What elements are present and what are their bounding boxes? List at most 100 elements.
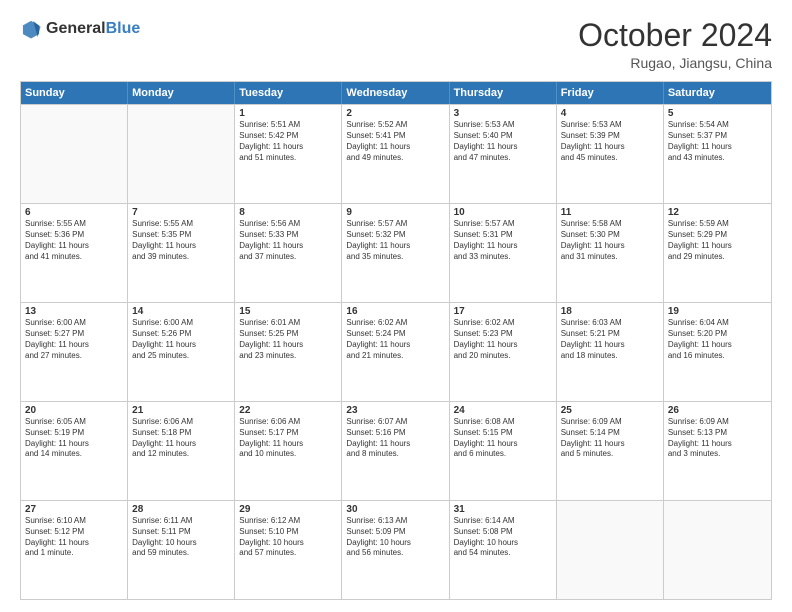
- calendar-cell: 22Sunrise: 6:06 AMSunset: 5:17 PMDayligh…: [235, 402, 342, 500]
- day-number: 27: [25, 504, 123, 515]
- cell-content: Sunrise: 5:57 AMSunset: 5:31 PMDaylight:…: [454, 219, 552, 262]
- calendar-cell: 20Sunrise: 6:05 AMSunset: 5:19 PMDayligh…: [21, 402, 128, 500]
- logo: General Blue: [20, 18, 140, 40]
- day-number: 28: [132, 504, 230, 515]
- cell-content: Sunrise: 6:06 AMSunset: 5:17 PMDaylight:…: [239, 417, 337, 460]
- calendar-header-tuesday: Tuesday: [235, 82, 342, 104]
- day-number: 20: [25, 405, 123, 416]
- calendar-cell: 16Sunrise: 6:02 AMSunset: 5:24 PMDayligh…: [342, 303, 449, 401]
- calendar-cell: 30Sunrise: 6:13 AMSunset: 5:09 PMDayligh…: [342, 501, 449, 599]
- calendar-cell: [21, 105, 128, 203]
- day-number: 22: [239, 405, 337, 416]
- calendar-cell: 11Sunrise: 5:58 AMSunset: 5:30 PMDayligh…: [557, 204, 664, 302]
- calendar-cell: 15Sunrise: 6:01 AMSunset: 5:25 PMDayligh…: [235, 303, 342, 401]
- calendar-header-thursday: Thursday: [450, 82, 557, 104]
- calendar-body: 1Sunrise: 5:51 AMSunset: 5:42 PMDaylight…: [21, 104, 771, 599]
- calendar-cell: 1Sunrise: 5:51 AMSunset: 5:42 PMDaylight…: [235, 105, 342, 203]
- calendar-row-4: 27Sunrise: 6:10 AMSunset: 5:12 PMDayligh…: [21, 500, 771, 599]
- calendar-cell: 27Sunrise: 6:10 AMSunset: 5:12 PMDayligh…: [21, 501, 128, 599]
- calendar-row-2: 13Sunrise: 6:00 AMSunset: 5:27 PMDayligh…: [21, 302, 771, 401]
- cell-content: Sunrise: 6:04 AMSunset: 5:20 PMDaylight:…: [668, 318, 767, 361]
- calendar-cell: 21Sunrise: 6:06 AMSunset: 5:18 PMDayligh…: [128, 402, 235, 500]
- cell-content: Sunrise: 6:12 AMSunset: 5:10 PMDaylight:…: [239, 516, 337, 559]
- day-number: 21: [132, 405, 230, 416]
- day-number: 2: [346, 108, 444, 119]
- cell-content: Sunrise: 5:53 AMSunset: 5:39 PMDaylight:…: [561, 120, 659, 163]
- day-number: 6: [25, 207, 123, 218]
- cell-content: Sunrise: 6:02 AMSunset: 5:23 PMDaylight:…: [454, 318, 552, 361]
- calendar-cell: 24Sunrise: 6:08 AMSunset: 5:15 PMDayligh…: [450, 402, 557, 500]
- cell-content: Sunrise: 6:03 AMSunset: 5:21 PMDaylight:…: [561, 318, 659, 361]
- calendar-cell: 13Sunrise: 6:00 AMSunset: 5:27 PMDayligh…: [21, 303, 128, 401]
- cell-content: Sunrise: 6:05 AMSunset: 5:19 PMDaylight:…: [25, 417, 123, 460]
- cell-content: Sunrise: 5:56 AMSunset: 5:33 PMDaylight:…: [239, 219, 337, 262]
- day-number: 17: [454, 306, 552, 317]
- calendar-cell: 31Sunrise: 6:14 AMSunset: 5:08 PMDayligh…: [450, 501, 557, 599]
- day-number: 10: [454, 207, 552, 218]
- cell-content: Sunrise: 6:08 AMSunset: 5:15 PMDaylight:…: [454, 417, 552, 460]
- logo-general: General: [46, 20, 106, 38]
- calendar-cell: [557, 501, 664, 599]
- cell-content: Sunrise: 6:00 AMSunset: 5:27 PMDaylight:…: [25, 318, 123, 361]
- calendar-row-0: 1Sunrise: 5:51 AMSunset: 5:42 PMDaylight…: [21, 104, 771, 203]
- cell-content: Sunrise: 6:13 AMSunset: 5:09 PMDaylight:…: [346, 516, 444, 559]
- cell-content: Sunrise: 6:09 AMSunset: 5:13 PMDaylight:…: [668, 417, 767, 460]
- calendar-cell: 7Sunrise: 5:55 AMSunset: 5:35 PMDaylight…: [128, 204, 235, 302]
- cell-content: Sunrise: 5:51 AMSunset: 5:42 PMDaylight:…: [239, 120, 337, 163]
- cell-content: Sunrise: 6:14 AMSunset: 5:08 PMDaylight:…: [454, 516, 552, 559]
- cell-content: Sunrise: 6:10 AMSunset: 5:12 PMDaylight:…: [25, 516, 123, 559]
- cell-content: Sunrise: 5:52 AMSunset: 5:41 PMDaylight:…: [346, 120, 444, 163]
- day-number: 29: [239, 504, 337, 515]
- day-number: 18: [561, 306, 659, 317]
- calendar-cell: 29Sunrise: 6:12 AMSunset: 5:10 PMDayligh…: [235, 501, 342, 599]
- day-number: 13: [25, 306, 123, 317]
- day-number: 16: [346, 306, 444, 317]
- calendar-cell: 4Sunrise: 5:53 AMSunset: 5:39 PMDaylight…: [557, 105, 664, 203]
- day-number: 24: [454, 405, 552, 416]
- calendar-header-saturday: Saturday: [664, 82, 771, 104]
- day-number: 23: [346, 405, 444, 416]
- cell-content: Sunrise: 5:55 AMSunset: 5:36 PMDaylight:…: [25, 219, 123, 262]
- day-number: 4: [561, 108, 659, 119]
- cell-content: Sunrise: 5:54 AMSunset: 5:37 PMDaylight:…: [668, 120, 767, 163]
- cell-content: Sunrise: 6:06 AMSunset: 5:18 PMDaylight:…: [132, 417, 230, 460]
- day-number: 5: [668, 108, 767, 119]
- calendar-cell: 17Sunrise: 6:02 AMSunset: 5:23 PMDayligh…: [450, 303, 557, 401]
- calendar-header: SundayMondayTuesdayWednesdayThursdayFrid…: [21, 82, 771, 104]
- day-number: 14: [132, 306, 230, 317]
- day-number: 12: [668, 207, 767, 218]
- cell-content: Sunrise: 5:57 AMSunset: 5:32 PMDaylight:…: [346, 219, 444, 262]
- calendar-row-3: 20Sunrise: 6:05 AMSunset: 5:19 PMDayligh…: [21, 401, 771, 500]
- day-number: 1: [239, 108, 337, 119]
- cell-content: Sunrise: 5:55 AMSunset: 5:35 PMDaylight:…: [132, 219, 230, 262]
- cell-content: Sunrise: 5:58 AMSunset: 5:30 PMDaylight:…: [561, 219, 659, 262]
- calendar-cell: [128, 105, 235, 203]
- calendar-cell: 14Sunrise: 6:00 AMSunset: 5:26 PMDayligh…: [128, 303, 235, 401]
- cell-content: Sunrise: 5:53 AMSunset: 5:40 PMDaylight:…: [454, 120, 552, 163]
- calendar-cell: 6Sunrise: 5:55 AMSunset: 5:36 PMDaylight…: [21, 204, 128, 302]
- calendar-header-sunday: Sunday: [21, 82, 128, 104]
- calendar-cell: 10Sunrise: 5:57 AMSunset: 5:31 PMDayligh…: [450, 204, 557, 302]
- cell-content: Sunrise: 6:00 AMSunset: 5:26 PMDaylight:…: [132, 318, 230, 361]
- calendar-header-monday: Monday: [128, 82, 235, 104]
- cell-content: Sunrise: 6:11 AMSunset: 5:11 PMDaylight:…: [132, 516, 230, 559]
- cell-content: Sunrise: 5:59 AMSunset: 5:29 PMDaylight:…: [668, 219, 767, 262]
- location: Rugao, Jiangsu, China: [578, 55, 772, 71]
- calendar-cell: 3Sunrise: 5:53 AMSunset: 5:40 PMDaylight…: [450, 105, 557, 203]
- calendar-cell: 2Sunrise: 5:52 AMSunset: 5:41 PMDaylight…: [342, 105, 449, 203]
- day-number: 19: [668, 306, 767, 317]
- day-number: 11: [561, 207, 659, 218]
- calendar-cell: 28Sunrise: 6:11 AMSunset: 5:11 PMDayligh…: [128, 501, 235, 599]
- calendar-cell: 8Sunrise: 5:56 AMSunset: 5:33 PMDaylight…: [235, 204, 342, 302]
- cell-content: Sunrise: 6:09 AMSunset: 5:14 PMDaylight:…: [561, 417, 659, 460]
- calendar-cell: 26Sunrise: 6:09 AMSunset: 5:13 PMDayligh…: [664, 402, 771, 500]
- calendar-cell: 23Sunrise: 6:07 AMSunset: 5:16 PMDayligh…: [342, 402, 449, 500]
- day-number: 3: [454, 108, 552, 119]
- cell-content: Sunrise: 6:01 AMSunset: 5:25 PMDaylight:…: [239, 318, 337, 361]
- day-number: 26: [668, 405, 767, 416]
- calendar-header-friday: Friday: [557, 82, 664, 104]
- day-number: 15: [239, 306, 337, 317]
- calendar-cell: 25Sunrise: 6:09 AMSunset: 5:14 PMDayligh…: [557, 402, 664, 500]
- day-number: 30: [346, 504, 444, 515]
- calendar-row-1: 6Sunrise: 5:55 AMSunset: 5:36 PMDaylight…: [21, 203, 771, 302]
